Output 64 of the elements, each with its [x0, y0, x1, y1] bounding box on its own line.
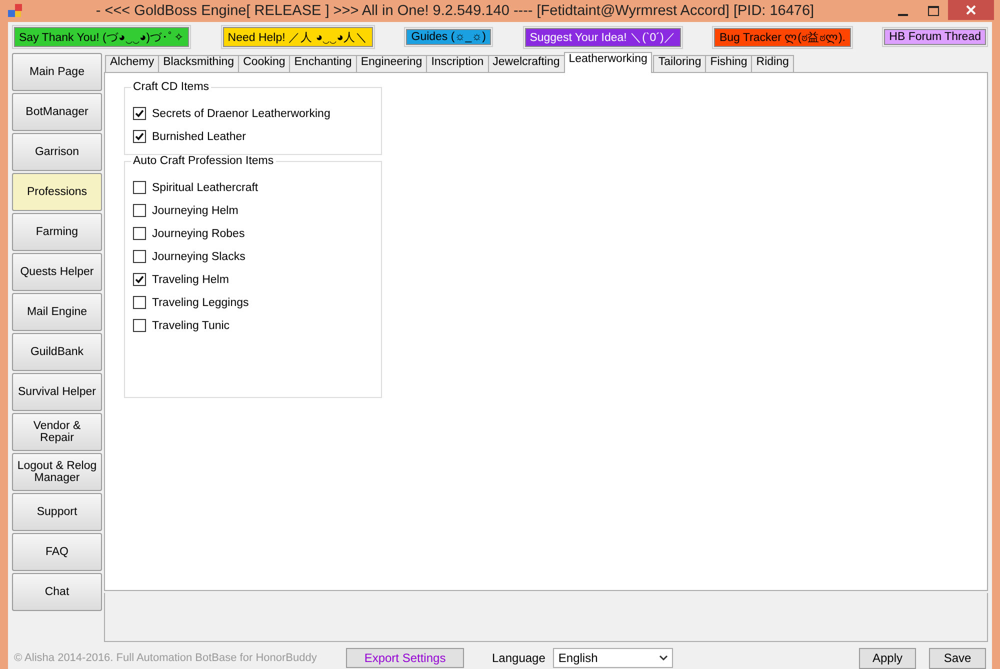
- checkbox[interactable]: [133, 319, 146, 332]
- checkbox[interactable]: [133, 273, 146, 286]
- language-dropdown[interactable]: English: [553, 648, 674, 668]
- copyright-text: © Alisha 2014-2016. Full Automation BotBase for HonorBuddy: [14, 652, 318, 664]
- checkbox-label[interactable]: Spiritual Leathercraft: [152, 182, 258, 194]
- nav-button[interactable]: FAQ: [12, 533, 102, 571]
- tab[interactable]: Leatherworking: [564, 52, 652, 73]
- nav-button[interactable]: Support: [12, 493, 102, 531]
- tab[interactable]: Engineering: [356, 55, 428, 73]
- tab[interactable]: Tailoring: [653, 55, 706, 73]
- caret-icon: [659, 655, 668, 661]
- link-button[interactable]: HB Forum Thread: [884, 29, 986, 45]
- checkbox[interactable]: [133, 227, 146, 240]
- nav-button[interactable]: Professions: [12, 173, 102, 211]
- link-button[interactable]: Suggest Your Idea! ＼(`0´)／: [524, 28, 681, 46]
- link-button[interactable]: Say Thank You! (づ◕‿‿◕)づ･ﾟ✧: [14, 27, 190, 47]
- nav-button[interactable]: Logout & Relog Manager: [12, 453, 102, 491]
- checkbox-label[interactable]: Traveling Tunic: [152, 320, 230, 332]
- nav-button[interactable]: Survival Helper: [12, 373, 102, 411]
- nav-button[interactable]: Main Page: [12, 53, 102, 91]
- checkbox[interactable]: [133, 204, 146, 217]
- nav-button[interactable]: Quests Helper: [12, 253, 102, 291]
- tab[interactable]: Fishing: [705, 55, 752, 73]
- checkbox-label[interactable]: Journeying Robes: [152, 228, 245, 240]
- tab[interactable]: Blacksmithing: [158, 55, 240, 73]
- tab[interactable]: Enchanting: [289, 55, 357, 73]
- tab[interactable]: Riding: [751, 55, 794, 73]
- link-button[interactable]: Need Help! ／人 ◕‿‿◕人＼: [222, 27, 373, 47]
- close-icon: [966, 5, 976, 15]
- tab[interactable]: Inscription: [426, 55, 489, 73]
- nav-button[interactable]: Garrison: [12, 133, 102, 171]
- checkbox[interactable]: [133, 181, 146, 194]
- maximize-icon: [928, 6, 938, 16]
- footer-button[interactable]: Apply: [859, 648, 916, 668]
- export-settings-button[interactable]: Export Settings: [346, 648, 464, 668]
- checkbox[interactable]: [133, 107, 146, 120]
- language-label: Language: [492, 651, 546, 665]
- checkbox[interactable]: [133, 250, 146, 263]
- checkbox[interactable]: [133, 296, 146, 309]
- tab[interactable]: Alchemy: [105, 55, 160, 73]
- nav-button[interactable]: Mail Engine: [12, 293, 102, 331]
- checkbox-label[interactable]: Traveling Helm: [152, 274, 229, 286]
- checkbox-label[interactable]: Secrets of Draenor Leatherworking: [152, 108, 330, 120]
- link-button[interactable]: Bug Tracker ლ(ಠ益ಠლ).: [714, 28, 851, 46]
- close-button[interactable]: [948, 0, 994, 20]
- nav-button[interactable]: BotManager: [12, 93, 102, 131]
- nav-button[interactable]: Chat: [12, 573, 102, 611]
- footer-button[interactable]: Save: [929, 648, 986, 668]
- link-button[interactable]: Guides (☼_☼): [406, 29, 492, 45]
- app-icon: [8, 4, 22, 18]
- nav-button[interactable]: Farming: [12, 213, 102, 251]
- checkbox-label[interactable]: Traveling Leggings: [152, 296, 249, 308]
- group-title: Auto Craft Profession Items: [131, 155, 276, 167]
- checkbox-label[interactable]: Burnished Leather: [152, 130, 246, 142]
- minimize-icon: [898, 14, 908, 16]
- nav-button[interactable]: Vendor & Repair: [12, 413, 102, 451]
- tab[interactable]: Cooking: [238, 55, 290, 73]
- checkbox[interactable]: [133, 130, 146, 143]
- window-title: - <<< GoldBoss Engine[ RELEASE ] >>> All in One! 9.2.549.140 ---- [Fetidtaint@Wyrmrest Accord] [PID: 16476]: [94, 3, 816, 19]
- group-title: Craft CD Items: [131, 81, 212, 93]
- nav-button[interactable]: GuildBank: [12, 333, 102, 371]
- checkbox-label[interactable]: Journeying Helm: [152, 204, 238, 216]
- checkbox-label[interactable]: Journeying Slacks: [152, 250, 246, 262]
- tab[interactable]: Jewelcrafting: [488, 55, 565, 73]
